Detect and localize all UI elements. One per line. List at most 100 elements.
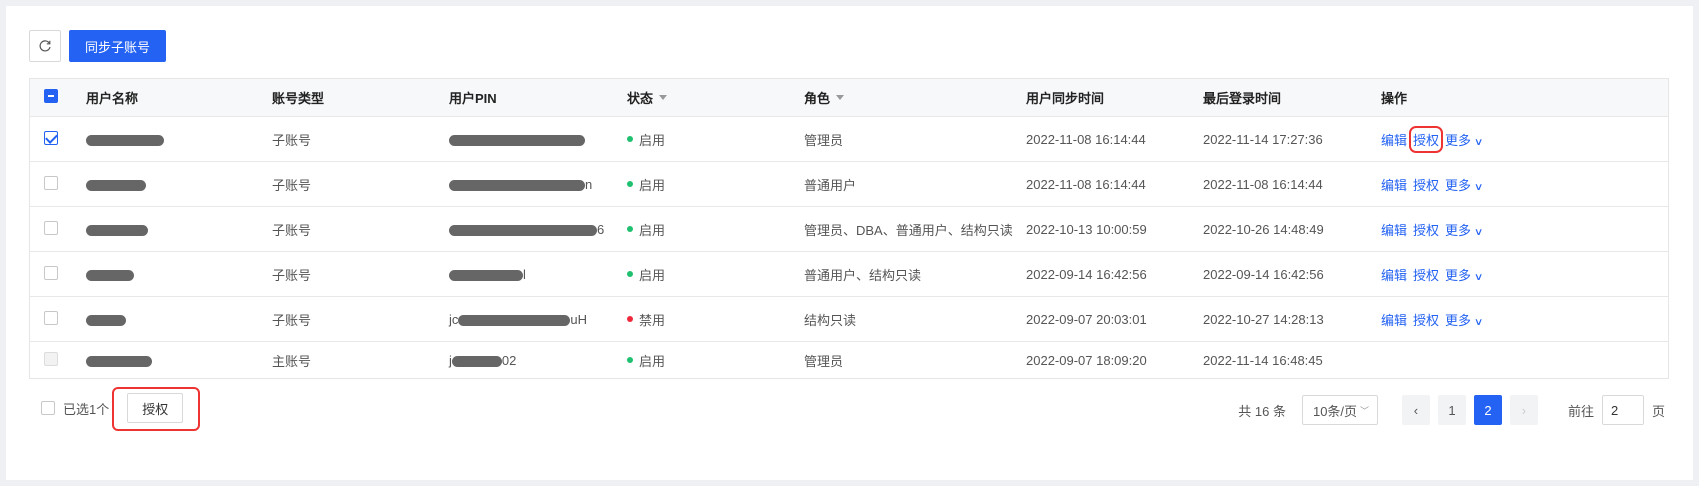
footer-select-checkbox[interactable] [41, 401, 55, 415]
user-name-redacted [86, 132, 164, 147]
status: 禁用 [627, 310, 665, 329]
edit-link[interactable]: 编辑 [1381, 175, 1407, 194]
account-type: 子账号 [272, 177, 312, 193]
chevron-right-icon: › [1521, 402, 1527, 418]
table-row: 子账号 启用 管理员 2022-11-08 16:14:44 2022-11-1… [30, 117, 1668, 162]
header-name: 用户名称 [86, 91, 139, 106]
status-dot-icon [627, 226, 633, 232]
role: 管理员 [804, 132, 844, 148]
auth-link[interactable]: 授权 [1413, 265, 1439, 284]
role: 管理员 [804, 353, 844, 369]
sync-time: 2022-10-13 10:00:59 [1026, 221, 1147, 237]
chevron-down-icon: ∨ [1473, 136, 1484, 148]
row-checkbox[interactable] [44, 220, 58, 235]
pagination: 共 16 条 10条/页 ﹀ ‹ 1 2 › 前往 页 [1238, 395, 1665, 425]
auth-link[interactable]: 授权 [1413, 310, 1439, 329]
more-dropdown[interactable]: 更多 ∨ [1445, 130, 1484, 149]
more-dropdown[interactable]: 更多 ∨ [1445, 175, 1483, 194]
edit-link[interactable]: 编辑 [1381, 130, 1407, 149]
header-type: 账号类型 [272, 91, 325, 106]
account-type: 主账号 [272, 353, 312, 369]
status-dot-icon [627, 357, 633, 363]
sync-time: 2022-09-14 16:42:56 [1026, 266, 1147, 282]
filter-caret-icon[interactable] [836, 95, 845, 100]
role: 管理员、DBA、普通用户、结构只读 [804, 222, 1013, 238]
row-actions: 编辑 授权 更多 ∨ [1381, 265, 1484, 284]
select-all-checkbox[interactable] [44, 89, 58, 103]
chevron-down-icon: ∨ [1473, 226, 1484, 238]
auth-link[interactable]: 授权 [1413, 220, 1439, 239]
row-actions: 编辑 授权 更多 ∨ [1381, 125, 1484, 153]
header-sync-time: 用户同步时间 [1026, 91, 1105, 106]
user-pin: jc uH [449, 311, 588, 327]
edit-link[interactable]: 编辑 [1381, 220, 1407, 239]
user-name-redacted [86, 353, 152, 368]
refresh-icon [39, 40, 51, 52]
edit-link[interactable]: 编辑 [1381, 265, 1407, 284]
header-pin: 用户PIN [449, 91, 497, 106]
status-dot-icon [627, 271, 633, 277]
toolbar: 同步子账号 [29, 30, 167, 62]
refresh-button[interactable] [29, 30, 61, 62]
header-ops: 操作 [1381, 91, 1408, 106]
user-pin: n [449, 177, 592, 192]
page-button-1[interactable]: 1 [1437, 395, 1466, 425]
chevron-down-icon: ∨ [1473, 271, 1484, 283]
user-pin: j 02 [449, 352, 517, 368]
more-dropdown[interactable]: 更多 ∨ [1445, 265, 1484, 284]
status: 启用 [627, 130, 665, 149]
login-time: 2022-11-08 16:14:44 [1203, 176, 1323, 192]
goto-label: 前往 [1567, 403, 1594, 419]
row-checkbox[interactable] [44, 265, 58, 280]
header-login-time: 最后登录时间 [1203, 91, 1282, 106]
status-dot-icon [627, 316, 633, 322]
filter-caret-icon[interactable] [659, 95, 668, 100]
more-dropdown[interactable]: 更多 ∨ [1445, 310, 1484, 329]
account-type: 子账号 [272, 222, 312, 238]
selected-count: 已选1个 [63, 401, 110, 417]
table-header: 用户名称 账号类型 用户PIN 状态 角色 用户同步时间 最后登录时间 操作 [30, 79, 1668, 117]
user-name-redacted [86, 267, 134, 282]
sync-subaccount-button[interactable]: 同步子账号 [69, 30, 167, 62]
row-actions: 编辑 授权 更多 ∨ [1381, 310, 1484, 329]
login-time: 2022-10-26 14:48:49 [1203, 221, 1324, 237]
sync-time: 2022-11-08 16:14:44 [1026, 131, 1146, 147]
page-button-2[interactable]: 2 [1473, 395, 1502, 425]
account-type: 子账号 [272, 132, 312, 148]
page-unit: 页 [1651, 403, 1665, 419]
table-footer: 已选1个 授权 共 16 条 10条/页 ﹀ ‹ 1 2 › 前往 页 [29, 381, 1669, 431]
auth-link[interactable]: 授权 [1409, 125, 1444, 153]
chevron-left-icon: ‹ [1413, 402, 1419, 418]
more-dropdown[interactable]: 更多 ∨ [1445, 220, 1484, 239]
row-checkbox[interactable] [44, 130, 58, 145]
row-actions: 编辑 授权 更多 ∨ [1381, 220, 1484, 239]
next-page-button[interactable]: › [1509, 395, 1538, 425]
goto-page-input[interactable] [1601, 395, 1644, 425]
header-role[interactable]: 角色 [804, 88, 845, 107]
user-pin: l [449, 267, 526, 282]
row-checkbox[interactable] [44, 310, 58, 325]
user-table: 用户名称 账号类型 用户PIN 状态 角色 用户同步时间 最后登录时间 操作 子… [29, 78, 1669, 379]
user-name-redacted [86, 177, 146, 192]
edit-link[interactable]: 编辑 [1381, 310, 1407, 329]
role: 普通用户 [804, 177, 857, 193]
table-row: 子账号 6 启用 管理员、DBA、普通用户、结构只读 2022-10-13 10… [30, 207, 1668, 252]
status: 启用 [627, 351, 665, 370]
page-size-select[interactable]: 10条/页 ﹀ [1301, 395, 1378, 425]
user-pin [449, 132, 585, 147]
table-row: 子账号 n 启用 普通用户 2022-11-08 16:14:44 2022-1… [30, 162, 1668, 207]
login-time: 2022-11-14 17:27:36 [1203, 131, 1323, 147]
role: 结构只读 [804, 312, 857, 328]
login-time: 2022-11-14 16:48:45 [1203, 352, 1323, 368]
account-type: 子账号 [272, 312, 312, 328]
sync-time: 2022-09-07 20:03:01 [1026, 311, 1147, 327]
chevron-down-icon: ∨ [1473, 316, 1484, 328]
status-dot-icon [627, 181, 633, 187]
table-row: 子账号 jc uH 禁用 结构只读 2022-09-07 20:03:01 202… [30, 297, 1668, 342]
highlight-box [112, 387, 200, 431]
user-name-redacted [86, 312, 126, 327]
auth-link[interactable]: 授权 [1413, 175, 1439, 194]
header-status[interactable]: 状态 [627, 88, 668, 107]
row-checkbox[interactable] [44, 175, 58, 190]
prev-page-button[interactable]: ‹ [1401, 395, 1430, 425]
